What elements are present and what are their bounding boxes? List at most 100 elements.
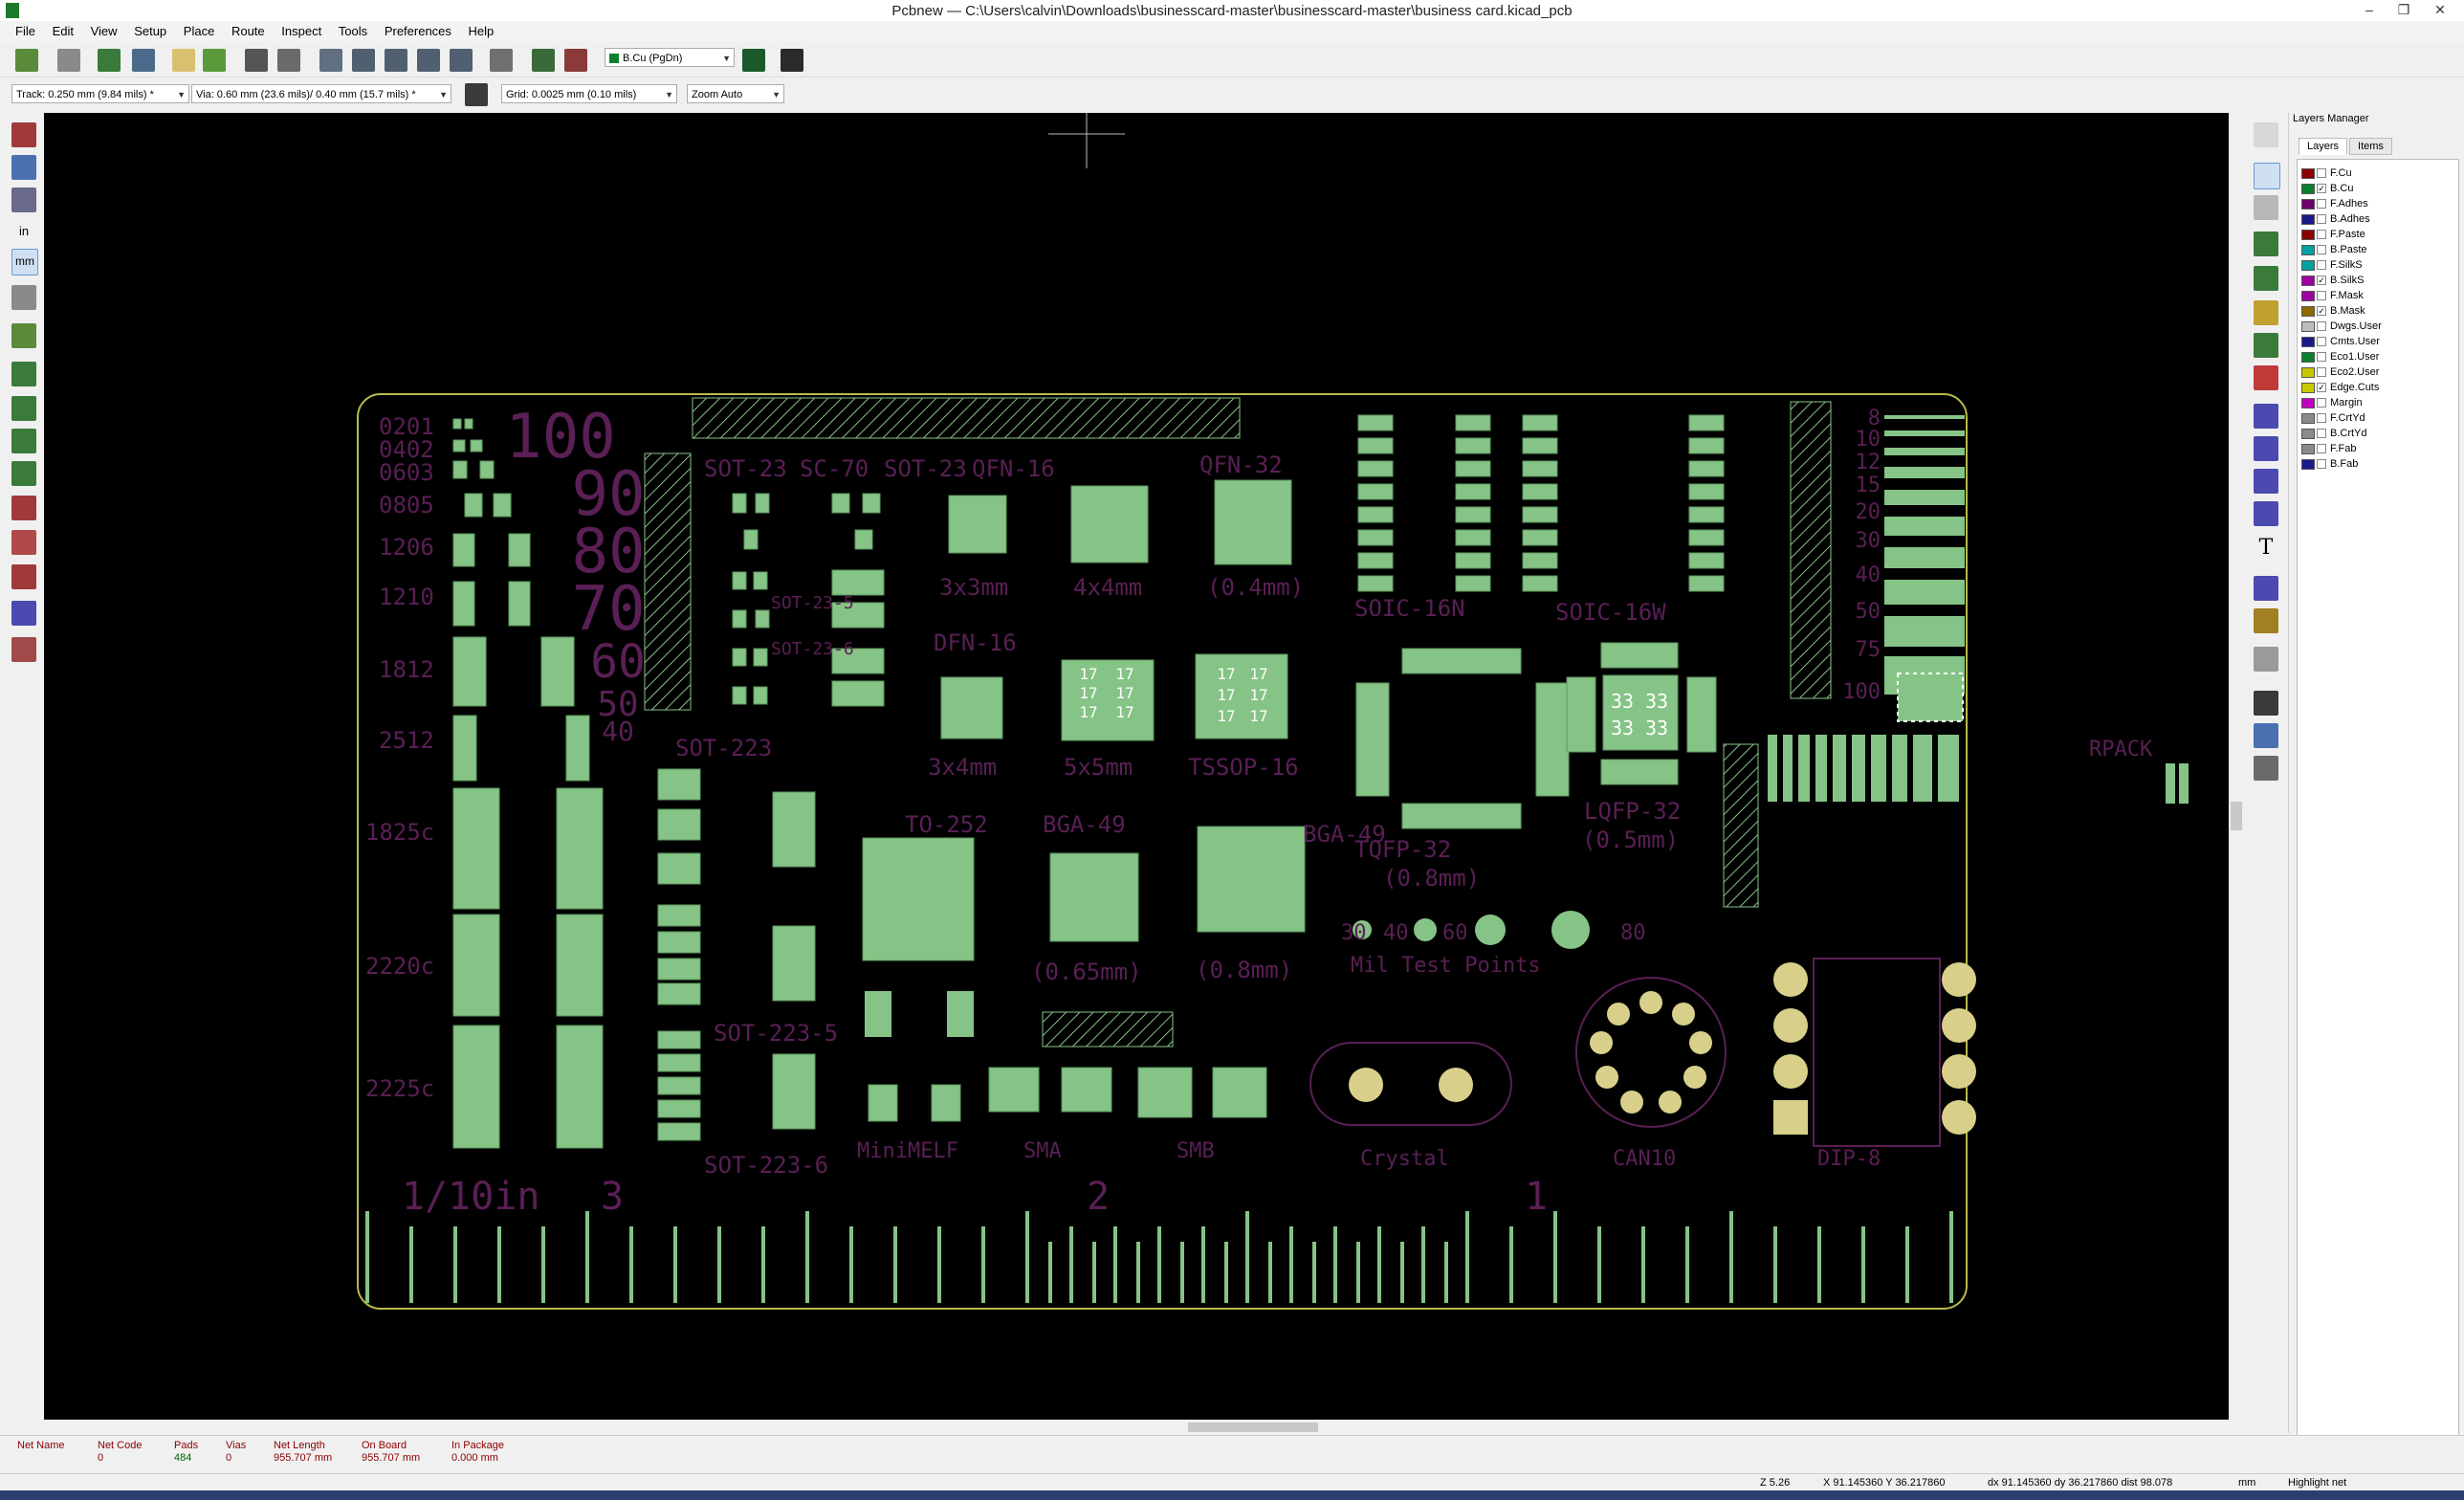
module-ratsnest-icon[interactable] <box>11 362 36 386</box>
pads-sketch-icon[interactable] <box>11 496 36 520</box>
layer-color-swatch[interactable] <box>2301 198 2315 210</box>
page-settings-icon[interactable] <box>57 49 80 72</box>
footprint-viewer-icon[interactable] <box>132 49 155 72</box>
measure-icon[interactable] <box>2254 756 2278 781</box>
zoom-fit-icon[interactable] <box>417 49 440 72</box>
vertical-scroll-thumb[interactable] <box>2231 802 2242 830</box>
restore-button[interactable]: ❐ <box>2387 0 2420 21</box>
layer-row-b-mask[interactable]: ✓ B.Mask <box>2301 303 2365 319</box>
unit-inch-button[interactable]: in <box>11 220 36 245</box>
menu-tools[interactable]: Tools <box>332 21 374 38</box>
add-via-icon[interactable] <box>2254 300 2278 325</box>
add-line-icon[interactable] <box>2254 404 2278 429</box>
layer-color-swatch[interactable] <box>2301 351 2315 363</box>
highlight-net-icon[interactable] <box>2254 163 2280 189</box>
active-layer-select[interactable]: B.Cu (PgDn) ▼ <box>605 48 735 67</box>
drc-marker-icon[interactable] <box>11 122 36 147</box>
delete-icon[interactable] <box>2254 647 2278 672</box>
layer-visibility-checkbox[interactable] <box>2317 168 2326 179</box>
layer-row-f-mask[interactable]: F.Mask <box>2301 288 2364 303</box>
layer-visibility-checkbox[interactable] <box>2317 367 2326 378</box>
close-button[interactable]: ✕ <box>2424 0 2456 21</box>
layer-visibility-checkbox[interactable] <box>2317 429 2326 439</box>
layer-color-swatch[interactable] <box>2301 382 2315 393</box>
layer-color-swatch[interactable] <box>2301 320 2315 332</box>
vertical-scrollbar[interactable] <box>2229 113 2244 1420</box>
polar-coords-icon[interactable] <box>11 188 36 212</box>
layer-color-swatch[interactable] <box>2301 397 2315 408</box>
add-zone-icon[interactable] <box>2254 333 2278 358</box>
add-circle-icon[interactable] <box>2254 436 2278 461</box>
local-ratsnest-icon[interactable] <box>2254 195 2278 220</box>
footprint-editor-icon[interactable] <box>98 49 121 72</box>
layer-visibility-checkbox[interactable] <box>2317 444 2326 454</box>
high-contrast-icon[interactable] <box>11 601 36 626</box>
unit-mm-button[interactable]: mm <box>11 249 38 276</box>
layer-color-swatch[interactable] <box>2301 229 2315 240</box>
add-arc-icon[interactable] <box>2254 469 2278 494</box>
grid-origin-icon[interactable] <box>2254 723 2278 748</box>
undo-icon[interactable] <box>172 49 195 72</box>
layer-visibility-checkbox[interactable] <box>2317 230 2326 240</box>
add-footprint-icon[interactable] <box>2254 232 2278 256</box>
save-board-icon[interactable] <box>15 49 38 72</box>
horizontal-scrollbar[interactable] <box>44 1420 2229 1435</box>
layer-row-b-paste[interactable]: B.Paste <box>2301 242 2367 257</box>
layer-visibility-checkbox[interactable] <box>2317 337 2326 347</box>
layer-visibility-checkbox[interactable] <box>2317 352 2326 363</box>
layer-visibility-checkbox[interactable] <box>2317 459 2326 470</box>
cursor-shape-icon[interactable] <box>11 285 36 310</box>
ratsnest-icon[interactable] <box>11 323 36 348</box>
add-target-icon[interactable] <box>2254 608 2278 633</box>
keepout-icon[interactable] <box>2254 365 2278 390</box>
menu-inspect[interactable]: Inspect <box>275 21 328 38</box>
layer-row-margin[interactable]: Margin <box>2301 395 2363 410</box>
layer-visibility-checkbox[interactable] <box>2317 398 2326 408</box>
add-dimension-icon[interactable] <box>2254 576 2278 601</box>
layer-color-swatch[interactable] <box>2301 275 2315 286</box>
zoom-select[interactable]: Zoom Auto ▼ <box>687 84 784 103</box>
layer-color-swatch[interactable] <box>2301 305 2315 317</box>
redraw-icon[interactable] <box>319 49 342 72</box>
layer-visibility-checkbox[interactable]: ✓ <box>2317 184 2326 194</box>
print-icon[interactable] <box>245 49 268 72</box>
redo-icon[interactable] <box>203 49 226 72</box>
menu-route[interactable]: Route <box>225 21 272 38</box>
layer-row-f-paste[interactable]: F.Paste <box>2301 227 2365 242</box>
netlist-icon[interactable] <box>532 49 555 72</box>
zoom-in-icon[interactable] <box>352 49 375 72</box>
layer-color-swatch[interactable] <box>2301 259 2315 271</box>
zoom-out-icon[interactable] <box>385 49 407 72</box>
menu-preferences[interactable]: Preferences <box>378 21 458 38</box>
layer-row-f-adhes[interactable]: F.Adhes <box>2301 196 2368 211</box>
layer-visibility-checkbox[interactable]: ✓ <box>2317 276 2326 286</box>
minimize-button[interactable]: – <box>2353 0 2386 21</box>
menu-place[interactable]: Place <box>177 21 222 38</box>
grid-select[interactable]: Grid: 0.0025 mm (0.10 mils) ▼ <box>501 84 677 103</box>
menu-help[interactable]: Help <box>462 21 501 38</box>
layer-row-dwgs-user[interactable]: Dwgs.User <box>2301 319 2382 334</box>
layer-row-b-adhes[interactable]: B.Adhes <box>2301 211 2370 227</box>
find-icon[interactable] <box>490 49 513 72</box>
layer-pair-icon[interactable] <box>742 49 765 72</box>
grid-toggle-icon[interactable] <box>11 155 36 180</box>
menu-view[interactable]: View <box>84 21 124 38</box>
layer-visibility-checkbox[interactable]: ✓ <box>2317 306 2326 317</box>
zones-show-icon[interactable] <box>11 429 36 453</box>
via-size-select[interactable]: Via: 0.60 mm (23.6 mils)/ 0.40 mm (15.7 … <box>191 84 451 103</box>
layer-row-eco2-user[interactable]: Eco2.User <box>2301 364 2379 380</box>
auto-delete-track-icon[interactable] <box>11 396 36 421</box>
track-width-select[interactable]: Track: 0.250 mm (9.84 mils) * ▼ <box>11 84 189 103</box>
menu-edit[interactable]: Edit <box>46 21 80 38</box>
layer-row-b-fab[interactable]: B.Fab <box>2301 456 2358 472</box>
layer-color-swatch[interactable] <box>2301 412 2315 424</box>
zones-outline-icon[interactable] <box>11 461 36 486</box>
layer-row-f-fab[interactable]: F.Fab <box>2301 441 2357 456</box>
layer-color-swatch[interactable] <box>2301 244 2315 255</box>
layer-color-swatch[interactable] <box>2301 213 2315 225</box>
drill-origin-icon[interactable] <box>2254 691 2278 716</box>
menu-file[interactable]: File <box>0 21 42 38</box>
layer-color-swatch[interactable] <box>2301 443 2315 454</box>
layer-color-swatch[interactable] <box>2301 428 2315 439</box>
layer-row-eco1-user[interactable]: Eco1.User <box>2301 349 2379 364</box>
